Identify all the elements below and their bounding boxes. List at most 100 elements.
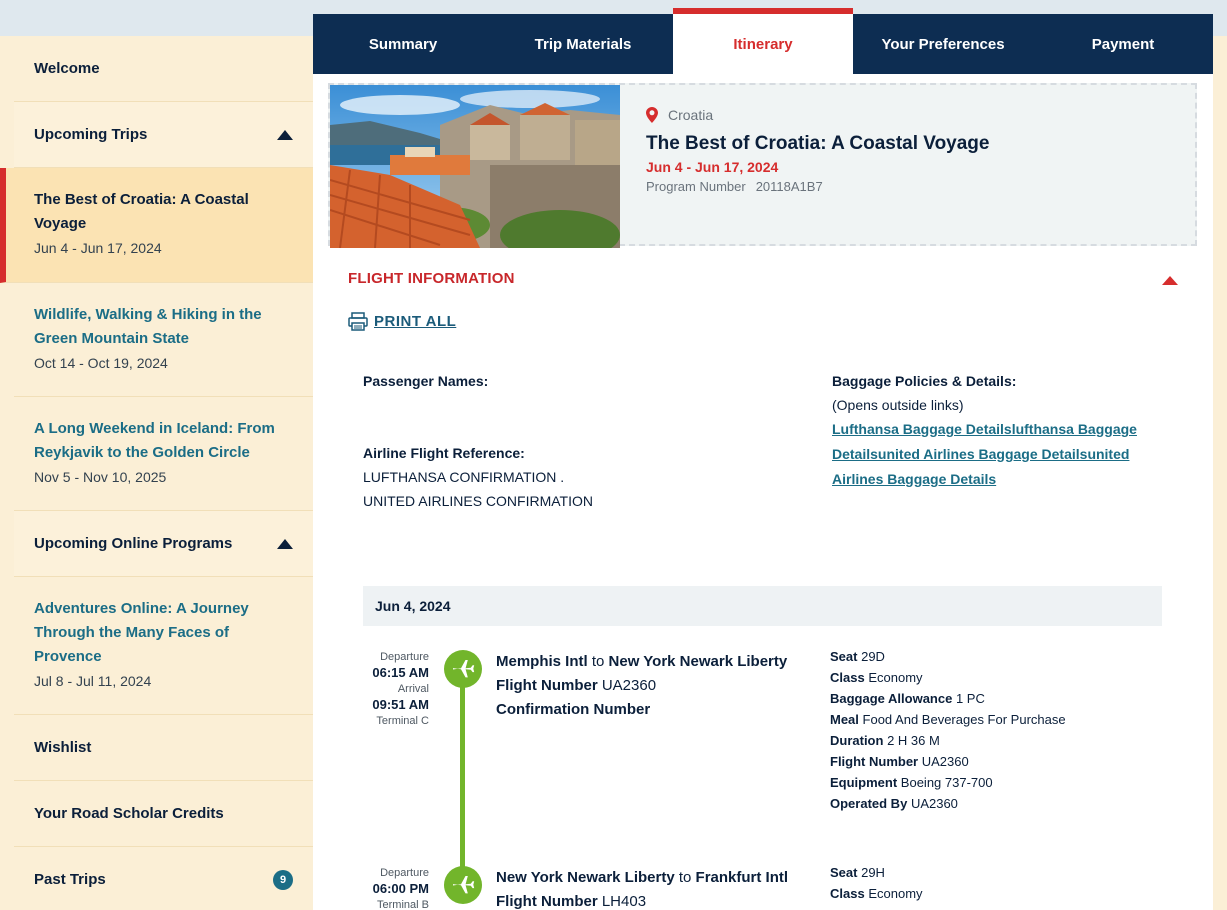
airplane-icon [444,650,482,688]
tab-trip-materials[interactable]: Trip Materials [493,14,673,74]
sidebar-item-credits[interactable]: Your Road Scholar Credits [14,781,313,847]
sidebar-item-wishlist[interactable]: Wishlist [14,715,313,781]
baggage-allowance-label: Baggage Allowance [830,691,953,706]
trip-dates: Jul 8 - Jul 11, 2024 [34,673,152,689]
flight-number-label: Flight Number [496,677,598,694]
to-word: to [591,653,605,670]
class-value: Economy [868,886,923,901]
flight-day-header: Jun 4, 2024 [363,586,1162,626]
passenger-names-label: Passenger Names: [363,373,489,389]
origin-airport: New York Newark Liberty [496,869,675,886]
sidebar-item-label: Wishlist [34,739,92,756]
operated-by-value: UA2360 [910,796,958,811]
trip-title: The Best of Croatia: A Coastal Voyage [34,191,249,232]
flight-number-label: Flight Number [830,754,919,769]
sidebar-item-label: Welcome [34,60,100,77]
sidebar-online-provence[interactable]: Adventures Online: A Journey Through the… [14,577,313,715]
right-strip [1213,36,1227,910]
departure-time: 06:00 PM [372,881,429,896]
departure-label: Departure [380,867,429,879]
seat-value: 29H [861,865,885,880]
collapse-icon[interactable] [1162,276,1178,285]
flight-number-value: UA2360 [921,754,969,769]
location-text: Croatia [668,107,714,123]
airline-reference-label: Airline Flight Reference: [363,445,525,461]
class-label: Class [830,886,865,901]
meal-value: Food And Beverages For Purchase [862,712,1066,727]
airline-reference-lufthansa: LUFTHANSA CONFIRMATION . [363,469,565,485]
flight-number-value: LH403 [601,893,647,910]
main-content: Croatia The Best of Croatia: A Coastal V… [313,74,1213,910]
segment-route: New York Newark Liberty to Frankfurt Int… [496,866,816,910]
sidebar-item-welcome[interactable]: Welcome [14,36,313,102]
timeline-line [460,665,465,870]
program-number-value: 20118A1B7 [755,179,823,194]
trip-card: Croatia The Best of Croatia: A Coastal V… [328,83,1197,248]
sidebar-item-label: Your Road Scholar Credits [34,805,224,822]
collapse-icon[interactable] [277,129,293,140]
origin-airport: Memphis Intl [496,653,588,670]
tab-bar: Summary Trip Materials Itinerary Your Pr… [313,8,1213,74]
terminal-label: Terminal B [377,899,429,910]
arrival-label: Arrival [397,683,429,695]
location-row: Croatia [646,107,989,123]
past-trips-count-badge: 9 [273,869,293,890]
trip-dates: Jun 4 - Jun 17, 2024 [34,240,162,256]
trip-dates: Oct 14 - Oct 19, 2024 [34,355,168,371]
sidebar-section-label: Upcoming Online Programs [34,535,233,552]
trip-title: Wildlife, Walking & Hiking in the Green … [34,306,262,347]
class-label: Class [830,670,865,685]
airplane-icon [444,866,482,904]
destination-airport: New York Newark Liberty [608,653,788,670]
seat-label: Seat [830,865,858,880]
flight-number-label: Flight Number [496,893,598,910]
destination-airport: Frankfurt Intl [695,869,789,886]
sidebar-trip-iceland[interactable]: A Long Weekend in Iceland: From Reykjavi… [14,397,313,511]
sidebar-section-label: Upcoming Trips [34,126,148,143]
passenger-block: Passenger Names: Airline Flight Referenc… [363,369,783,513]
trip-card-info: Croatia The Best of Croatia: A Coastal V… [646,107,989,194]
baggage-details-link[interactable]: Lufthansa Baggage Detailslufthansa Bagga… [832,421,1137,487]
trip-title: The Best of Croatia: A Coastal Voyage [646,133,990,154]
print-all-link[interactable]: PRINT ALL [348,312,456,331]
segment-details: Seat 29D Class Economy Baggage Allowance… [830,646,1160,814]
airline-reference-united: UNITED AIRLINES CONFIRMATION [363,493,593,509]
flight-information-heading: FLIGHT INFORMATION [348,270,515,287]
flight-number-value: UA2360 [601,677,657,694]
sidebar-section-upcoming-trips[interactable]: Upcoming Trips [14,102,313,168]
to-word: to [678,869,692,886]
arrival-time: 09:51 AM [372,697,429,712]
program-number-row: Program Number 20118A1B7 [646,179,989,194]
print-all-label: PRINT ALL [374,313,457,330]
sidebar-trip-vermont[interactable]: Wildlife, Walking & Hiking in the Green … [14,283,313,397]
trip-photo [330,85,620,248]
trip-title: A Long Weekend in Iceland: From Reykjavi… [34,420,275,461]
collapse-icon[interactable] [277,538,293,549]
sidebar-item-label: Past Trips [34,871,106,888]
tab-itinerary[interactable]: Itinerary [673,8,853,74]
baggage-allowance-value: 1 PC [955,691,985,706]
trip-dates: Jun 4 - Jun 17, 2024 [646,159,779,175]
tab-summary[interactable]: Summary [313,14,493,74]
segment-details: Seat 29H Class Economy [830,862,1160,904]
baggage-block: Baggage Policies & Details: (Opens outsi… [832,369,1162,492]
sidebar-trip-croatia[interactable]: The Best of Croatia: A Coastal Voyage Ju… [0,168,313,283]
departure-time: 06:15 AM [372,665,429,680]
printer-icon [348,312,368,331]
equipment-label: Equipment [830,775,898,790]
segment-times: Departure 06:15 AM Arrival 09:51 AM Term… [363,650,429,728]
duration-label: Duration [830,733,884,748]
duration-value: 2 H 36 M [887,733,940,748]
seat-value: 29D [861,649,885,664]
sidebar-item-past-trips[interactable]: Past Trips 9 [14,847,313,910]
equipment-value: Boeing 737-700 [900,775,993,790]
sidebar-section-upcoming-online[interactable]: Upcoming Online Programs [14,511,313,577]
class-value: Economy [868,670,923,685]
terminal-label: Terminal C [376,715,429,727]
trip-dates: Nov 5 - Nov 10, 2025 [34,469,167,485]
baggage-note: (Opens outside links) [832,397,964,413]
meal-label: Meal [830,712,859,727]
tab-payment[interactable]: Payment [1033,14,1213,74]
confirmation-number-label: Confirmation Number [496,701,651,718]
tab-your-preferences[interactable]: Your Preferences [853,14,1033,74]
